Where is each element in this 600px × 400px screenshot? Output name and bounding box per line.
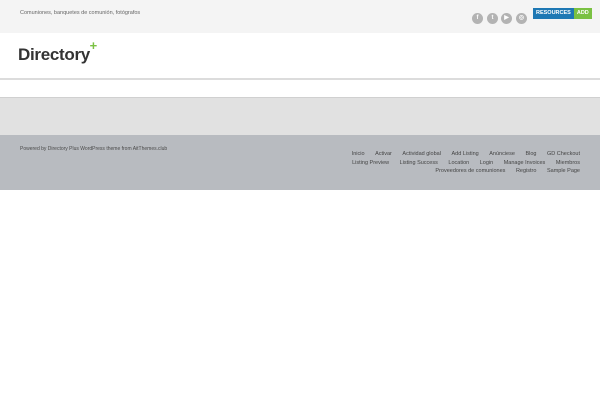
footer-menu-row-2: Listing Preview Listing Success Location… (340, 160, 580, 166)
site-footer: Powered by Directory Plus WordPress them… (0, 135, 600, 190)
footer-menu-row-1: Inicio Activar Actividad global Add List… (340, 151, 580, 157)
footer-link-location[interactable]: Location (448, 160, 469, 166)
footer-link-anunciese[interactable]: Anúnciese (489, 151, 515, 157)
resources-label[interactable]: RESOURCES (533, 8, 574, 19)
logo-plus-icon: + (89, 38, 98, 53)
add-label[interactable]: ADD (573, 8, 592, 19)
site-logo[interactable]: Directory + (18, 38, 97, 65)
footer-link-actividad-global[interactable]: Actividad global (402, 151, 441, 157)
instagram-icon[interactable]: ◎ (516, 13, 527, 24)
logo-text[interactable]: Directory (18, 45, 90, 64)
site-header: Directory + (0, 33, 600, 80)
footer-link-proveedores[interactable]: Proveedores de comuniones (435, 168, 505, 174)
footer-link-miembros[interactable]: Miembros (556, 160, 580, 166)
footer-link-listing-preview[interactable]: Listing Preview (352, 160, 389, 166)
footer-link-blog[interactable]: Blog (525, 151, 536, 157)
youtube-icon[interactable]: ▶ (501, 13, 512, 24)
content-band (0, 97, 600, 136)
resources-add-button[interactable]: RESOURCES ADD (533, 8, 592, 19)
footer-link-add-listing[interactable]: Add Listing (451, 151, 478, 157)
facebook-icon[interactable]: f (472, 13, 483, 24)
top-bar: Comuniones, banquetes de comunión, fotóg… (0, 0, 600, 33)
footer-link-listing-success[interactable]: Listing Success (400, 160, 438, 166)
footer-link-inicio[interactable]: Inicio (352, 151, 365, 157)
footer-credit: Powered by Directory Plus WordPress them… (20, 146, 168, 152)
twitter-icon[interactable]: t (487, 13, 498, 24)
footer-link-login[interactable]: Login (480, 160, 493, 166)
footer-menu-row-3: Proveedores de comuniones Registro Sampl… (340, 168, 580, 174)
site-tagline: Comuniones, banquetes de comunión, fotóg… (20, 10, 141, 16)
footer-link-activar[interactable]: Activar (375, 151, 392, 157)
footer-link-manage-invoices[interactable]: Manage Invoices (504, 160, 546, 166)
footer-link-gd-checkout[interactable]: GD Checkout (547, 151, 580, 157)
footer-link-registro[interactable]: Registro (516, 168, 536, 174)
footer-link-sample-page[interactable]: Sample Page (547, 168, 580, 174)
